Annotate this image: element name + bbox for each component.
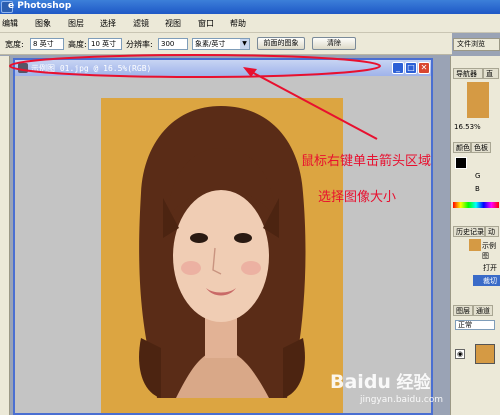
tab-file-browser[interactable]: 文件浏览 xyxy=(453,38,500,51)
history-item-crop[interactable]: 裁切 xyxy=(483,276,497,286)
menu-help[interactable]: 帮助 xyxy=(230,18,246,29)
menu-bar: 编辑 图象 图层 选择 滤镜 视图 窗口 帮助 xyxy=(0,14,500,33)
menu-select[interactable]: 选择 xyxy=(100,18,116,29)
tab-info[interactable]: 直 xyxy=(483,68,499,79)
width-label: 宽度: xyxy=(5,40,24,49)
annotation-line-2: 选择图像大小 xyxy=(318,190,397,205)
blend-mode-select[interactable]: 正常 xyxy=(455,320,495,330)
history-snapshot-label: 示例图 xyxy=(482,242,496,260)
tab-navigator[interactable]: 导航器 xyxy=(453,68,483,79)
eye-icon[interactable]: ◉ xyxy=(455,349,465,359)
history-snapshot-thumb[interactable] xyxy=(469,239,481,251)
tab-swatches[interactable]: 色板 xyxy=(471,142,491,153)
resolution-unit-value: 象素/英寸 xyxy=(195,40,226,48)
watermark-brand: Baidu xyxy=(330,371,391,393)
history-item-open[interactable]: 打开 xyxy=(483,263,497,273)
close-button[interactable]: ✕ xyxy=(418,62,430,74)
minimize-button[interactable]: _ xyxy=(392,62,404,74)
chevron-down-icon: ▼ xyxy=(240,39,249,49)
foreground-color-swatch[interactable] xyxy=(455,157,467,169)
tab-layers[interactable]: 图层 xyxy=(453,305,473,316)
color-spectrum-bar[interactable] xyxy=(453,202,499,208)
watermark-text: 经验 xyxy=(396,373,431,393)
tab-actions[interactable]: 动 xyxy=(485,226,499,237)
height-input[interactable]: 10 英寸 xyxy=(88,38,122,50)
annotation-line-1: 鼠标右键单击箭头区域 xyxy=(301,154,432,169)
image-canvas[interactable] xyxy=(101,98,343,413)
tool-options-bar: 宽度: 8 英寸 高度: 10 英寸 分辨率: 300 象素/英寸 ▼ 前面的图… xyxy=(0,33,452,55)
menu-window[interactable]: 窗口 xyxy=(198,18,214,29)
resolution-unit-select[interactable]: 象素/英寸 ▼ xyxy=(192,38,250,50)
menu-filter[interactable]: 滤镜 xyxy=(133,18,149,29)
watermark-url: jingyan.baidu.com xyxy=(360,395,444,405)
height-label: 高度: xyxy=(68,40,87,49)
channel-g-label: G xyxy=(475,172,481,180)
zoom-level[interactable]: 16.53% xyxy=(454,123,481,131)
tab-channels[interactable]: 通道 xyxy=(473,305,493,316)
maximize-button[interactable]: □ xyxy=(405,62,417,74)
tab-history[interactable]: 历史记录 xyxy=(453,226,485,237)
right-panel-dock: 导航器 直 16.53% 颜色 色板 G B 历史记录 动 示例图 打开 裁切 … xyxy=(450,56,500,415)
layer-thumbnail[interactable] xyxy=(475,344,495,364)
width-input[interactable]: 8 英寸 xyxy=(30,38,64,50)
document-icon xyxy=(18,63,28,73)
menu-view[interactable]: 视图 xyxy=(165,18,181,29)
resolution-input[interactable]: 300 xyxy=(158,38,188,50)
menu-image[interactable]: 图象 xyxy=(35,18,51,29)
baidu-jingyan-logo: Baidu 经验 xyxy=(330,368,431,393)
document-window: 示例图 01.jpg @ 16.5%(RGB) _ □ ✕ xyxy=(13,58,433,415)
tab-color[interactable]: 颜色 xyxy=(453,142,471,153)
toolbox xyxy=(0,56,10,415)
resolution-label: 分辨率: xyxy=(126,40,153,49)
menu-edit[interactable]: 编辑 xyxy=(2,18,18,29)
navigator-thumbnail[interactable] xyxy=(467,82,489,118)
app-title: e Photoshop xyxy=(8,1,72,11)
document-title-bar[interactable]: 示例图 01.jpg @ 16.5%(RGB) _ □ ✕ xyxy=(15,60,431,76)
clear-button[interactable]: 清除 xyxy=(312,37,356,50)
portrait-photo xyxy=(101,98,343,413)
front-image-button[interactable]: 前面的图象 xyxy=(257,37,305,50)
document-title: 示例图 01.jpg @ 16.5%(RGB) xyxy=(31,64,152,73)
menu-layer[interactable]: 图层 xyxy=(68,18,84,29)
app-title-bar: e Photoshop xyxy=(0,0,500,14)
channel-b-label: B xyxy=(475,185,480,193)
